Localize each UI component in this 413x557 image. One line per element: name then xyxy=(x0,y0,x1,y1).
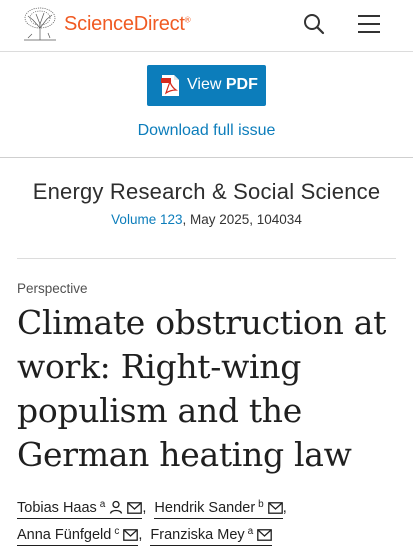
elsevier-tree-icon[interactable] xyxy=(20,6,60,42)
author-link[interactable]: Tobias Haas a xyxy=(17,495,143,519)
brand-name: ScienceDirect xyxy=(64,13,185,35)
mail-icon xyxy=(257,529,273,541)
author-link[interactable]: Franziska Mey a xyxy=(150,522,273,546)
brand-logo-text[interactable]: ScienceDirect® xyxy=(64,13,191,36)
search-icon[interactable] xyxy=(302,12,326,36)
mail-icon xyxy=(123,529,139,541)
affiliation-marker: a xyxy=(247,526,254,537)
author-name: Hendrik Sander xyxy=(154,500,256,516)
registered-mark: ® xyxy=(184,15,191,25)
article-title: Climate obstruction at work: Right-wing … xyxy=(17,303,387,474)
affiliation-marker: a xyxy=(99,499,106,510)
issue-info: , May 2025, 104034 xyxy=(182,212,302,227)
view-pdf-label: View PDF xyxy=(187,76,258,94)
journal-meta: Volume 123, May 2025, 104034 xyxy=(0,212,413,227)
affiliation-marker: c xyxy=(114,526,120,537)
author-name: Tobias Haas xyxy=(17,500,97,516)
divider xyxy=(0,157,413,158)
mail-icon xyxy=(267,502,283,514)
view-pdf-strong: PDF xyxy=(225,76,258,93)
volume-link[interactable]: Volume 123 xyxy=(111,212,182,227)
author-name: Anna Fünfgeld xyxy=(17,527,112,543)
divider xyxy=(17,258,396,259)
hamburger-menu-icon[interactable] xyxy=(357,13,381,35)
author-link[interactable]: Anna Fünfgeld c xyxy=(17,522,139,546)
top-header: ScienceDirect® xyxy=(0,0,413,52)
view-pdf-prefix: View xyxy=(187,76,226,93)
download-full-issue-link[interactable]: Download full issue xyxy=(0,122,413,140)
affiliation-marker: b xyxy=(258,499,264,510)
article-type: Perspective xyxy=(17,281,88,296)
author-link[interactable]: Hendrik Sander b xyxy=(154,495,283,519)
author-name: Franziska Mey xyxy=(150,527,245,543)
pdf-file-icon xyxy=(161,75,179,96)
journal-title[interactable]: Energy Research & Social Science xyxy=(0,179,413,205)
author-list: Tobias Haas a, Hendrik Sander b, Anna Fünf… xyxy=(17,495,407,549)
view-pdf-button[interactable]: View PDF xyxy=(147,65,266,106)
mail-icon xyxy=(127,502,143,514)
person-icon xyxy=(110,500,123,514)
